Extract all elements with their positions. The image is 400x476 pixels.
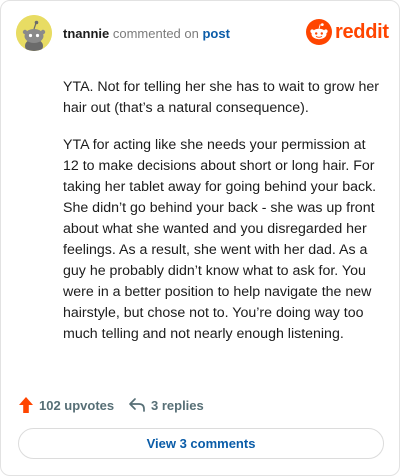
comment-card: tnannie commented on post reddit YTA. No… (0, 0, 400, 476)
reply-button[interactable]: 3 replies (128, 394, 204, 416)
reply-count: 3 replies (151, 397, 204, 413)
avatar[interactable] (16, 15, 52, 51)
reddit-wordmark: reddit (335, 21, 389, 43)
view-comments-button[interactable]: View 3 comments (18, 428, 384, 459)
upvote-arrow-icon (19, 397, 33, 413)
upvote-count: 102 upvotes (39, 397, 115, 413)
upvote-button[interactable]: 102 upvotes (18, 394, 114, 416)
username-link[interactable]: tnannie (63, 26, 109, 41)
comment-header: tnannie commented on post reddit (16, 15, 389, 53)
byline: tnannie commented on post (63, 26, 230, 42)
commented-on-text: commented on (112, 26, 199, 41)
comment-body: YTA. Not for telling her she has to wait… (63, 77, 381, 361)
comment-paragraph-2: YTA for acting like she needs your permi… (63, 137, 377, 342)
post-link[interactable]: post (202, 26, 229, 41)
comment-actions: 102 upvotes 3 replies (18, 394, 382, 416)
snoo-avatar-icon (16, 15, 52, 51)
comment-paragraph-1: YTA. Not for telling her she has to wait… (63, 79, 379, 116)
reply-arrow-icon (129, 398, 145, 412)
reddit-logo-icon (306, 19, 332, 45)
reddit-brand[interactable]: reddit (306, 19, 389, 45)
